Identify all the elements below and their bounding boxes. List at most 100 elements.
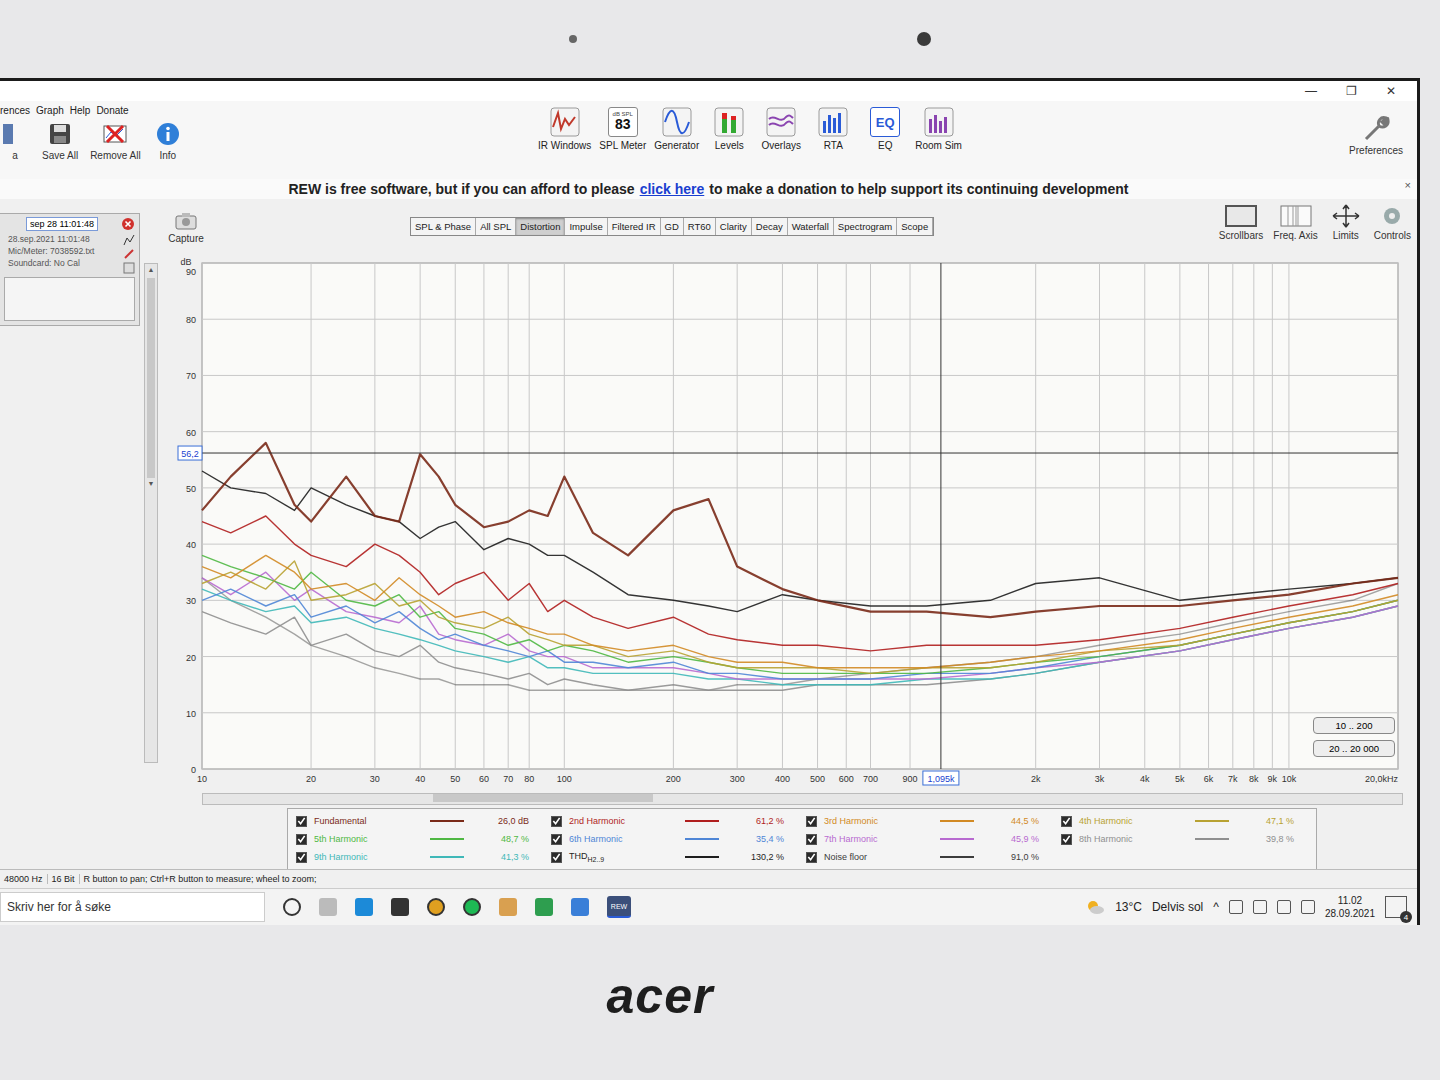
legend-item[interactable]: 2nd Harmonic61,2 % bbox=[551, 813, 798, 829]
preferences-button[interactable]: Preferences bbox=[1349, 101, 1417, 156]
checkbox[interactable] bbox=[806, 834, 817, 845]
info-icon bbox=[154, 120, 182, 148]
legend-item[interactable]: THDH2..9130,2 % bbox=[551, 849, 798, 865]
volume-icon[interactable] bbox=[1301, 900, 1315, 914]
menu-item[interactable]: Help bbox=[70, 105, 91, 116]
chart-canvas[interactable]: dB90807060504030201001020304050607080100… bbox=[162, 255, 1412, 793]
graph-control[interactable]: Scrollbars bbox=[1219, 203, 1263, 241]
clock[interactable]: 11.0228.09.2021 bbox=[1325, 894, 1375, 920]
menu-item[interactable]: Donate bbox=[96, 105, 128, 116]
measurement-name[interactable]: sep 28 11:01:48 bbox=[26, 217, 98, 231]
graph-tab[interactable]: Scope bbox=[897, 218, 933, 235]
graph-control[interactable]: Controls bbox=[1374, 203, 1411, 241]
tool-icon bbox=[662, 107, 692, 137]
app-icon[interactable] bbox=[499, 898, 517, 916]
y-tick: 10 bbox=[186, 709, 196, 719]
window-control[interactable]: ✕ bbox=[1373, 84, 1409, 98]
search-box[interactable]: Skriv her for å søke bbox=[0, 892, 265, 922]
measurement-item[interactable]: sep 28 11:01:4828.sep.2021 11:01:48Mic/M… bbox=[0, 213, 140, 326]
mail-icon[interactable] bbox=[571, 898, 589, 916]
graph-tab[interactable]: Clarity bbox=[716, 218, 752, 235]
cursor-horizontal[interactable] bbox=[202, 453, 1398, 454]
legend-item[interactable]: Fundamental26,0 dB bbox=[296, 813, 543, 829]
checkbox[interactable] bbox=[296, 852, 307, 863]
graph-tab[interactable]: Spectrogram bbox=[834, 218, 897, 235]
legend-item[interactable]: 7th Harmonic45,9 % bbox=[806, 831, 1053, 847]
store-icon[interactable] bbox=[391, 898, 409, 916]
toolbar-button[interactable]: a bbox=[0, 120, 30, 161]
graph-tab[interactable]: Decay bbox=[752, 218, 788, 235]
legend-item[interactable]: Noise floor91,0 % bbox=[806, 849, 1053, 865]
legend-item[interactable]: 3rd Harmonic44,5 % bbox=[806, 813, 1053, 829]
checkbox[interactable] bbox=[296, 816, 307, 827]
app-icon[interactable] bbox=[535, 898, 553, 916]
legend-item[interactable]: 5th Harmonic48,7 % bbox=[296, 831, 543, 847]
legend-item[interactable]: 6th Harmonic35,4 % bbox=[551, 831, 798, 847]
tray-expand[interactable]: ^ bbox=[1213, 900, 1219, 914]
cursor-vertical[interactable] bbox=[940, 263, 941, 769]
tool-button[interactable]: Overlays bbox=[759, 107, 803, 151]
checkbox[interactable] bbox=[1061, 816, 1072, 827]
graph-tab[interactable]: GD bbox=[661, 218, 684, 235]
wifi-icon[interactable] bbox=[1277, 900, 1291, 914]
tool-button[interactable]: IR Windows bbox=[538, 107, 591, 151]
tray-icon[interactable] bbox=[1229, 900, 1243, 914]
legend-item[interactable]: 4th Harmonic47,1 % bbox=[1061, 813, 1308, 829]
toolbar-button[interactable]: Save All bbox=[42, 120, 78, 161]
checkbox[interactable] bbox=[806, 816, 817, 827]
panel-scrollbar[interactable]: ▲▼ bbox=[144, 263, 158, 763]
checkbox[interactable] bbox=[551, 852, 562, 863]
edge-icon[interactable] bbox=[355, 898, 373, 916]
edit-icon[interactable] bbox=[123, 248, 135, 260]
tool-button[interactable]: Levels bbox=[707, 107, 751, 151]
check-icon bbox=[552, 816, 561, 826]
range-button[interactable]: 10 .. 200 bbox=[1313, 717, 1395, 734]
y-tick: 20 bbox=[186, 653, 196, 663]
checkbox[interactable] bbox=[1061, 834, 1072, 845]
close-icon[interactable] bbox=[121, 217, 135, 231]
checkbox[interactable] bbox=[806, 852, 817, 863]
capture-button[interactable]: Capture bbox=[162, 199, 210, 244]
checkbox[interactable] bbox=[296, 834, 307, 845]
tool-button[interactable]: Room Sim bbox=[915, 107, 962, 151]
legend-item[interactable]: 8th Harmonic39,8 % bbox=[1061, 831, 1308, 847]
legend-item[interactable]: 9th Harmonic41,3 % bbox=[296, 849, 543, 865]
battery-icon[interactable] bbox=[1253, 900, 1267, 914]
notification-button[interactable]: 4 bbox=[1385, 896, 1407, 918]
legend-swatch bbox=[430, 838, 464, 840]
graph-tab[interactable]: SPL & Phase bbox=[411, 218, 476, 235]
menu-item[interactable]: rences bbox=[0, 105, 30, 116]
graph-tab[interactable]: Filtered IR bbox=[608, 218, 661, 235]
task-view-icon[interactable] bbox=[319, 898, 337, 916]
notes-box[interactable] bbox=[4, 277, 135, 321]
chart-scrollbar[interactable] bbox=[202, 793, 1403, 805]
info-small-icon[interactable] bbox=[123, 262, 135, 274]
toolbar-button[interactable]: Info bbox=[153, 120, 183, 161]
tool-button[interactable]: dB SPL83SPL Meter bbox=[599, 107, 646, 151]
graph-tab[interactable]: Waterfall bbox=[788, 218, 834, 235]
graph-tab[interactable]: Impulse bbox=[565, 218, 607, 235]
tool-button[interactable]: Generator bbox=[654, 107, 699, 151]
graph-control[interactable]: Limits bbox=[1328, 203, 1364, 241]
donate-link[interactable]: click here bbox=[640, 181, 705, 197]
chrome-icon[interactable] bbox=[427, 898, 445, 916]
distortion-chart[interactable]: dB90807060504030201001020304050607080100… bbox=[162, 255, 1417, 793]
tool-button[interactable]: RTA bbox=[811, 107, 855, 151]
window-control[interactable]: ❐ bbox=[1333, 84, 1369, 98]
menu-item[interactable]: Graph bbox=[36, 105, 64, 116]
chart-icon[interactable] bbox=[123, 234, 135, 246]
range-button[interactable]: 20 .. 20 000 bbox=[1313, 740, 1395, 757]
tool-button[interactable]: EQEQ bbox=[863, 107, 907, 151]
cortana-icon[interactable] bbox=[283, 898, 301, 916]
spotify-icon[interactable] bbox=[463, 898, 481, 916]
checkbox[interactable] bbox=[551, 834, 562, 845]
graph-tab[interactable]: RT60 bbox=[684, 218, 716, 235]
window-control[interactable]: — bbox=[1293, 84, 1329, 98]
graph-tab[interactable]: All SPL bbox=[476, 218, 516, 235]
graph-control[interactable]: Freq. Axis bbox=[1273, 203, 1317, 241]
rew-taskbar-button[interactable]: REW bbox=[607, 896, 631, 918]
toolbar-button[interactable]: Remove All bbox=[90, 120, 141, 161]
graph-tab[interactable]: Distortion bbox=[516, 218, 565, 235]
banner-close[interactable]: × bbox=[1405, 179, 1411, 191]
checkbox[interactable] bbox=[551, 816, 562, 827]
